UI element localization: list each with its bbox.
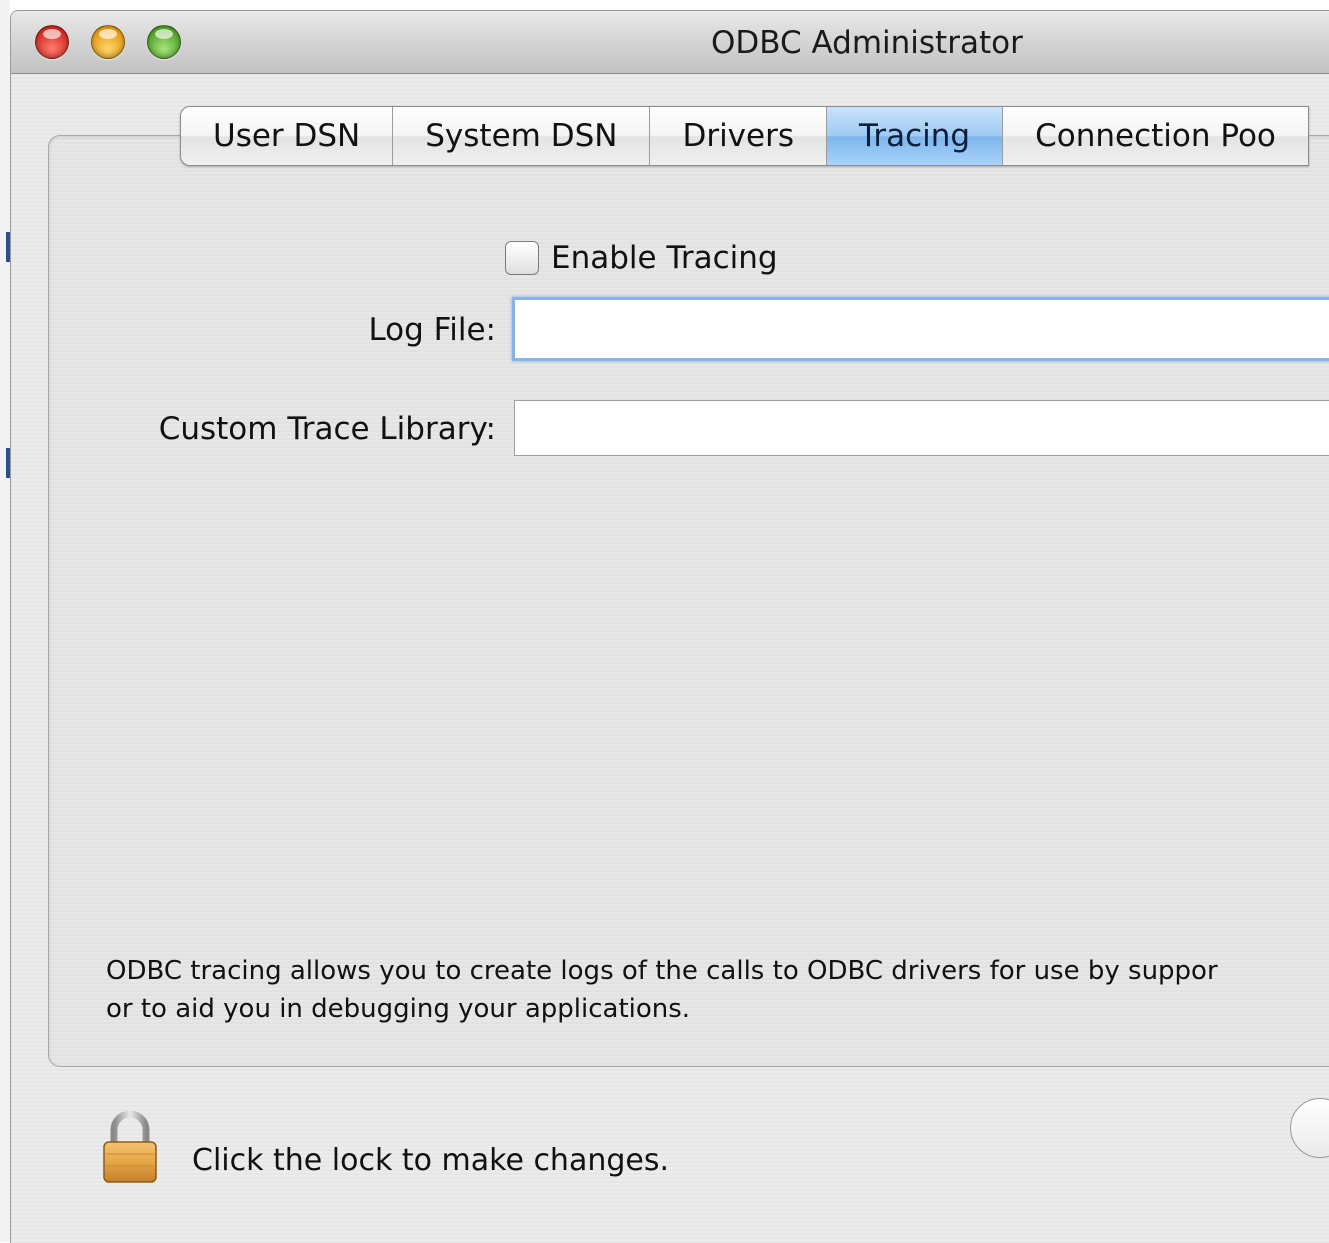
tab-system-dsn[interactable]: System DSN <box>393 107 651 165</box>
window-title: ODBC Administrator <box>711 25 1023 61</box>
tab-connection-pooling[interactable]: Connection Poo <box>1003 107 1308 165</box>
enable-tracing-label[interactable]: Enable Tracing <box>551 240 778 276</box>
description-line: ODBC tracing allows you to create logs o… <box>106 956 1218 986</box>
description-line: or to aid you in debugging your applicat… <box>106 994 691 1024</box>
log-file-label: Log File: <box>368 312 496 348</box>
enable-tracing-checkbox[interactable] <box>505 241 539 275</box>
tab-drivers[interactable]: Drivers <box>650 107 827 165</box>
tab-bar: User DSN System DSN Drivers Tracing Conn… <box>180 106 1309 166</box>
tracing-description: ODBC tracing allows you to create logs o… <box>106 952 1329 1028</box>
lock-instruction-text: Click the lock to make changes. <box>192 1143 670 1178</box>
tab-tracing[interactable]: Tracing <box>827 107 1004 165</box>
background-app-edge <box>0 0 10 1242</box>
close-window-button[interactable] <box>35 25 69 59</box>
lock-icon[interactable] <box>100 1110 160 1186</box>
log-file-input[interactable] <box>512 297 1329 361</box>
minimize-window-button[interactable] <box>91 25 125 59</box>
enable-tracing-row: Enable Tracing <box>505 238 778 278</box>
title-bar: ODBC Administrator <box>11 11 1329 74</box>
custom-trace-library-label: Custom Trace Library: <box>158 411 496 447</box>
zoom-window-button[interactable] <box>147 25 181 59</box>
tab-user-dsn[interactable]: User DSN <box>181 107 394 165</box>
custom-trace-library-input[interactable] <box>514 400 1329 456</box>
